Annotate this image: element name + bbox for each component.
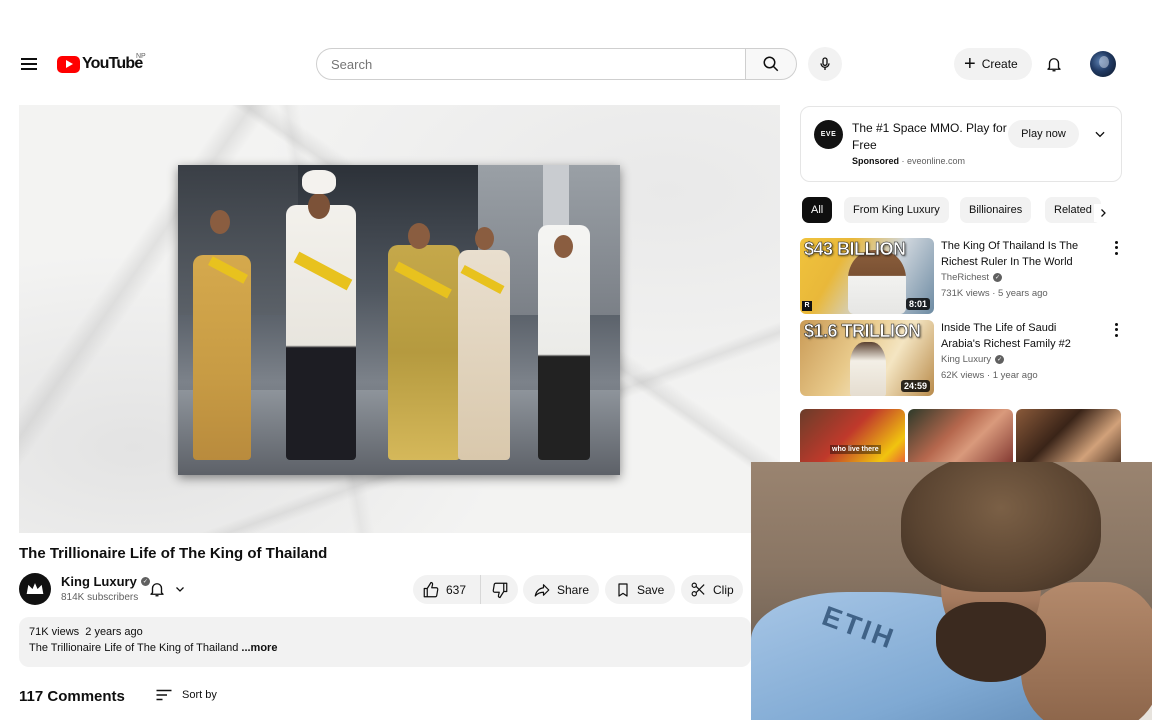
bell-icon (1047, 58, 1061, 72)
video-title[interactable]: Inside The Life of Saudi Arabia's Riches… (941, 320, 1086, 352)
sort-label: Sort by (182, 689, 217, 701)
more-options-icon[interactable] (1110, 322, 1122, 338)
recommended-video[interactable]: $1.6 TRILLION 24:59 Inside The Life of S… (800, 320, 1122, 398)
filter-chips: All From King Luxury Billionaires Relate… (802, 197, 1122, 223)
verified-icon: ✓ (995, 355, 1005, 364)
view-stats: 71K views 2 years ago (29, 626, 741, 638)
channel-avatar[interactable] (19, 573, 51, 605)
channel-name[interactable]: King Luxury ✓ (61, 574, 150, 589)
ad-play-now-button[interactable]: Play now (1008, 120, 1079, 148)
thumbnail-text: $1.6 TRILLION (804, 321, 922, 342)
chevron-down-icon (1095, 131, 1105, 138)
video-meta: 62K views · 1 year ago (941, 370, 1038, 381)
play-logo-icon (57, 55, 80, 73)
clip-button[interactable]: Clip (681, 575, 743, 604)
bell-icon (150, 583, 164, 597)
video-channel[interactable]: TheRichest ✓ (941, 272, 1003, 283)
sort-comments-button[interactable]: Sort by (155, 688, 217, 702)
channel-badge-icon: R (802, 301, 812, 311)
share-button[interactable]: Share (523, 575, 599, 604)
create-button[interactable]: + Create (954, 48, 1032, 80)
thumbs-up-icon (423, 581, 439, 597)
search-button[interactable] (745, 48, 797, 80)
ad-expand-button[interactable] (1091, 125, 1109, 143)
video-duration: 8:01 (905, 298, 930, 310)
like-button[interactable]: 637 (413, 575, 481, 604)
chip-from-king-luxury[interactable]: From King Luxury (844, 197, 949, 223)
search-box[interactable] (316, 48, 746, 80)
video-channel[interactable]: King Luxury ✓ (941, 354, 1005, 365)
short-thumbnail[interactable] (908, 409, 1013, 462)
video-title: The Trillionaire Life of The King of Tha… (19, 545, 328, 562)
description-text: The Trillionaire Life of The King of Tha… (29, 642, 741, 654)
ad-domain: eveonline.com (907, 156, 966, 166)
video-thumbnail[interactable]: $43 BILLION R 8:01 (800, 238, 934, 314)
sort-icon (156, 689, 172, 701)
search-icon (763, 56, 779, 72)
video-player[interactable] (19, 105, 780, 533)
crown-icon (26, 583, 44, 594)
country-code: NP (136, 53, 146, 60)
chips-next-button[interactable] (1094, 204, 1112, 222)
video-title[interactable]: The King Of Thailand Is The Richest Rule… (941, 238, 1086, 270)
more-options-icon[interactable] (1110, 240, 1122, 256)
more-link[interactable]: ...more (241, 642, 277, 654)
description-box[interactable]: 71K views 2 years ago The Trillionaire L… (19, 617, 751, 667)
shorts-row: who live there (800, 409, 1122, 462)
microphone-icon (820, 57, 830, 70)
youtube-logo[interactable]: YouTube (57, 54, 143, 74)
like-dislike-bar: 637 (413, 575, 518, 604)
channel-name-text: King Luxury (941, 354, 992, 365)
short-thumbnail[interactable]: who live there (800, 409, 905, 462)
like-count: 637 (446, 582, 467, 597)
search-input[interactable] (331, 56, 745, 72)
sponsored-label: Sponsored (852, 156, 900, 166)
scissors-icon (691, 582, 705, 597)
upload-age: 2 years ago (85, 626, 143, 638)
account-avatar[interactable] (1090, 51, 1116, 77)
chip-all[interactable]: All (802, 197, 833, 223)
video-meta: 731K views · 5 years ago (941, 288, 1048, 299)
clip-label: Clip (713, 582, 734, 597)
plus-icon: + (964, 53, 976, 75)
video-thumbnail[interactable]: $1.6 TRILLION 24:59 (800, 320, 934, 396)
logo-text: YouTube (82, 55, 143, 72)
subscriber-count: 814K subscribers (61, 592, 139, 603)
share-label: Share (557, 582, 590, 597)
webcam-overlay: ETIH (751, 462, 1152, 720)
chip-billionaires[interactable]: Billionaires (960, 197, 1032, 223)
chevron-down-icon (176, 587, 184, 592)
bookmark-icon (618, 582, 628, 597)
thumbs-down-icon (492, 582, 507, 598)
comments-count: 117 Comments (19, 688, 125, 705)
view-count: 71K views (29, 626, 80, 638)
save-label: Save (637, 582, 665, 597)
masthead: YouTube NP + Create (0, 0, 1152, 100)
thumbnail-text: $43 BILLION (804, 239, 907, 260)
video-duration: 24:59 (900, 380, 930, 392)
create-label: Create (981, 57, 1018, 71)
chevron-right-icon (1101, 209, 1106, 217)
short-caption: who live there (830, 445, 881, 454)
verified-icon: ✓ (993, 273, 1003, 282)
dislike-button[interactable] (481, 575, 518, 604)
ad-logo[interactable]: EVE (814, 120, 843, 149)
short-thumbnail[interactable] (1016, 409, 1121, 462)
recommended-video[interactable]: $43 BILLION R 8:01 The King Of Thailand … (800, 238, 1122, 316)
share-icon (534, 583, 550, 597)
ad-meta: Sponsored · eveonline.com (852, 156, 966, 166)
menu-icon[interactable] (17, 52, 41, 76)
video-frame-photo (178, 165, 620, 475)
ad-title[interactable]: The #1 Space MMO. Play for Free (852, 120, 1007, 154)
channel-name-text: TheRichest (941, 272, 990, 283)
save-button[interactable]: Save (605, 575, 675, 604)
voice-search-button[interactable] (808, 47, 842, 81)
chip-related[interactable]: Related (1045, 197, 1101, 223)
channel-name-text: King Luxury (61, 574, 137, 589)
notifications-button[interactable] (1042, 52, 1066, 76)
subscription-bell-button[interactable] (148, 576, 194, 602)
description-snippet: The Trillionaire Life of The King of Tha… (29, 642, 242, 654)
